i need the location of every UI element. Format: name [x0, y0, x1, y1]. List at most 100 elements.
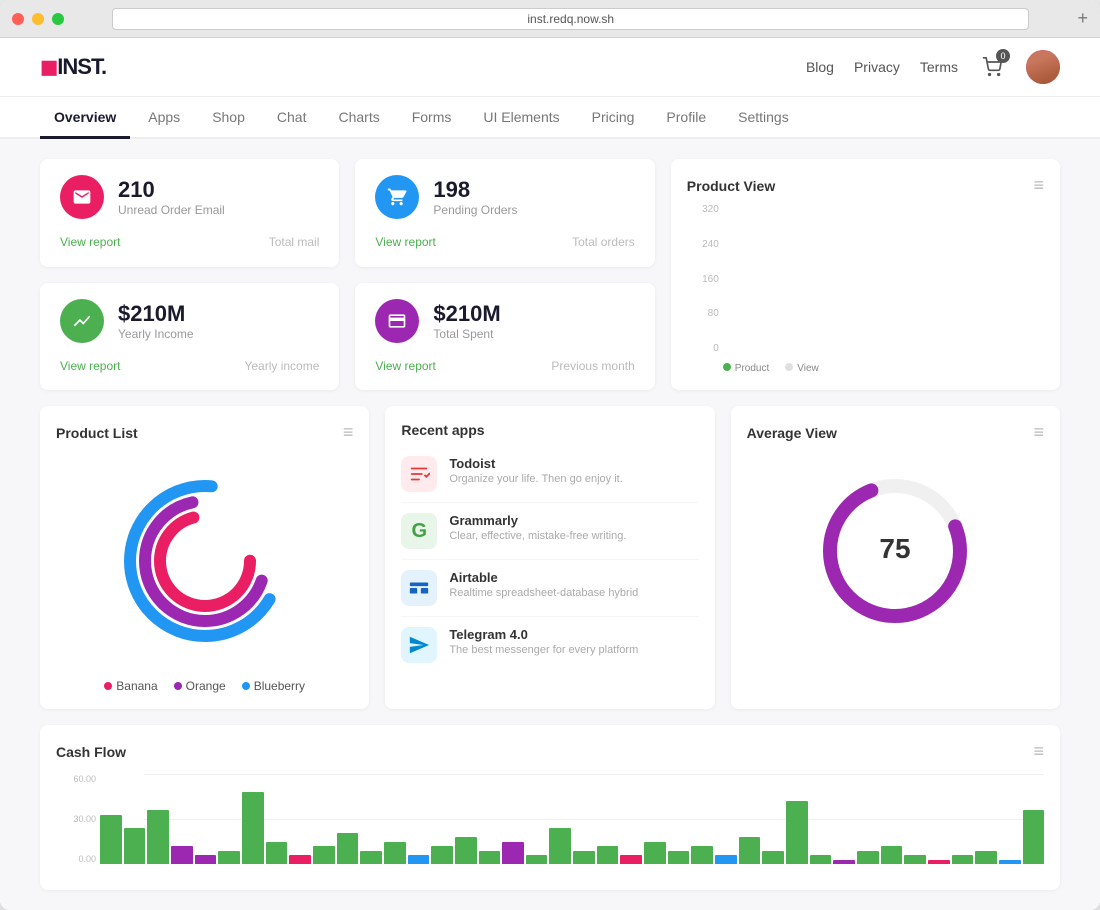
stat-card-orders: 198 Pending Orders View report Total ord… [355, 159, 654, 267]
product-list-card: Product List ≡ B [40, 406, 369, 709]
stats-col-left: 210 Unread Order Email View report Total… [40, 159, 339, 390]
cf-bar-item [620, 855, 642, 864]
telegram-icon [401, 627, 437, 663]
cf-bar-item [266, 842, 288, 865]
address-bar[interactable]: inst.redq.now.sh [112, 8, 1029, 30]
stat-card-income: $210M Yearly Income View report Yearly i… [40, 283, 339, 391]
cf-bar-item [242, 792, 264, 864]
cash-flow-title: Cash Flow [56, 744, 126, 760]
cf-bar-item [597, 846, 619, 864]
cart-badge: 0 [996, 49, 1010, 63]
url-text: inst.redq.now.sh [527, 12, 614, 26]
email-footer: Total mail [269, 235, 320, 249]
income-view-report[interactable]: View report [60, 359, 120, 373]
donut-chart [56, 451, 353, 671]
cf-bar-item [881, 846, 903, 864]
cf-bar-item [928, 860, 950, 865]
nav-profile[interactable]: Profile [652, 97, 720, 137]
nav-pricing[interactable]: Pricing [578, 97, 649, 137]
bar-chart-y-labels: 320 240 160 80 0 [687, 204, 719, 354]
nav-shop[interactable]: Shop [198, 97, 259, 137]
product-view-title: Product View [687, 178, 775, 194]
spent-label: Total Spent [433, 327, 500, 341]
app-item-airtable: Airtable Realtime spreadsheet-database h… [401, 560, 698, 617]
todoist-icon [401, 456, 437, 492]
spent-view-report[interactable]: View report [375, 359, 435, 373]
telegram-desc: The best messenger for every platform [449, 644, 638, 656]
airtable-name: Airtable [449, 570, 638, 585]
cf-bar-item [455, 837, 477, 864]
spent-icon [375, 299, 419, 343]
cf-bar-item [857, 851, 879, 865]
cf-bar-item [904, 855, 926, 864]
spent-footer: Previous month [551, 359, 634, 373]
cash-flow-card: Cash Flow ≡ 60.00 30.00 0.00 [40, 725, 1060, 890]
orders-view-report[interactable]: View report [375, 235, 435, 249]
email-count: 210 [118, 177, 225, 203]
nav-settings[interactable]: Settings [724, 97, 803, 137]
cf-bar-item [691, 846, 713, 864]
app-list: Todoist Organize your life. Then go enjo… [401, 446, 698, 673]
cf-bar-item [999, 860, 1021, 865]
nav-link-blog[interactable]: Blog [806, 59, 834, 75]
income-footer: Yearly income [244, 359, 319, 373]
gauge-chart: 75 [747, 451, 1044, 651]
stat-card-spent: $210M Total Spent View report Previous m… [355, 283, 654, 391]
nav-link-terms[interactable]: Terms [920, 59, 958, 75]
cf-bar-item [218, 851, 240, 865]
cf-bar-item [313, 846, 335, 864]
cf-bar-item [195, 855, 217, 864]
cart-icon[interactable]: 0 [978, 53, 1006, 81]
cf-bar-item [715, 855, 737, 864]
traffic-light-red[interactable] [12, 13, 24, 25]
cf-bar-item [171, 846, 193, 864]
cf-bar-item [549, 828, 571, 864]
todoist-desc: Organize your life. Then go enjoy it. [449, 473, 622, 485]
avatar[interactable] [1026, 50, 1060, 84]
traffic-light-yellow[interactable] [32, 13, 44, 25]
nav-ui-elements[interactable]: UI Elements [469, 97, 573, 137]
telegram-name: Telegram 4.0 [449, 627, 638, 642]
cf-bar-item [289, 855, 311, 864]
email-view-report[interactable]: View report [60, 235, 120, 249]
airtable-icon [401, 570, 437, 606]
main-content: 210 Unread Order Email View report Total… [0, 139, 1100, 910]
cf-bar-item [337, 833, 359, 865]
orders-footer: Total orders [572, 235, 635, 249]
nav-link-privacy[interactable]: Privacy [854, 59, 900, 75]
product-view-chart: Product View ≡ 320 240 160 80 0 [671, 159, 1060, 390]
cash-flow-menu[interactable]: ≡ [1033, 741, 1044, 762]
orders-icon [375, 175, 419, 219]
nav-chat[interactable]: Chat [263, 97, 321, 137]
average-view-menu[interactable]: ≡ [1033, 422, 1044, 443]
cf-bar-item [526, 855, 548, 864]
email-label: Unread Order Email [118, 203, 225, 217]
stats-row: 210 Unread Order Email View report Total… [40, 159, 1060, 390]
cf-bar-item [573, 851, 595, 865]
top-navigation: ◼INST. Blog Privacy Terms 0 [0, 38, 1100, 97]
recent-apps-title: Recent apps [401, 422, 484, 438]
cf-bar-item [952, 855, 974, 864]
new-tab-button[interactable]: + [1077, 8, 1088, 29]
cf-bar-item [124, 828, 146, 864]
stat-card-email: 210 Unread Order Email View report Total… [40, 159, 339, 267]
nav-forms[interactable]: Forms [398, 97, 466, 137]
cf-bar-item [360, 851, 382, 865]
app-item-grammarly: G Grammarly Clear, effective, mistake-fr… [401, 503, 698, 560]
product-view-menu[interactable]: ≡ [1033, 175, 1044, 196]
cf-bar-item [786, 801, 808, 864]
cf-bar-item [810, 855, 832, 864]
traffic-light-green[interactable] [52, 13, 64, 25]
nav-charts[interactable]: Charts [324, 97, 393, 137]
nav-overview[interactable]: Overview [40, 97, 130, 137]
spent-count: $210M [433, 301, 500, 327]
average-view-title: Average View [747, 425, 837, 441]
cf-bar-item [668, 851, 690, 865]
cf-bar-item [833, 860, 855, 865]
grammarly-desc: Clear, effective, mistake-free writing. [449, 530, 626, 542]
cf-bar-item [739, 837, 761, 864]
product-list-menu[interactable]: ≡ [343, 422, 354, 443]
cf-bars [100, 774, 1044, 864]
nav-apps[interactable]: Apps [134, 97, 194, 137]
cf-bar-item [408, 855, 430, 864]
